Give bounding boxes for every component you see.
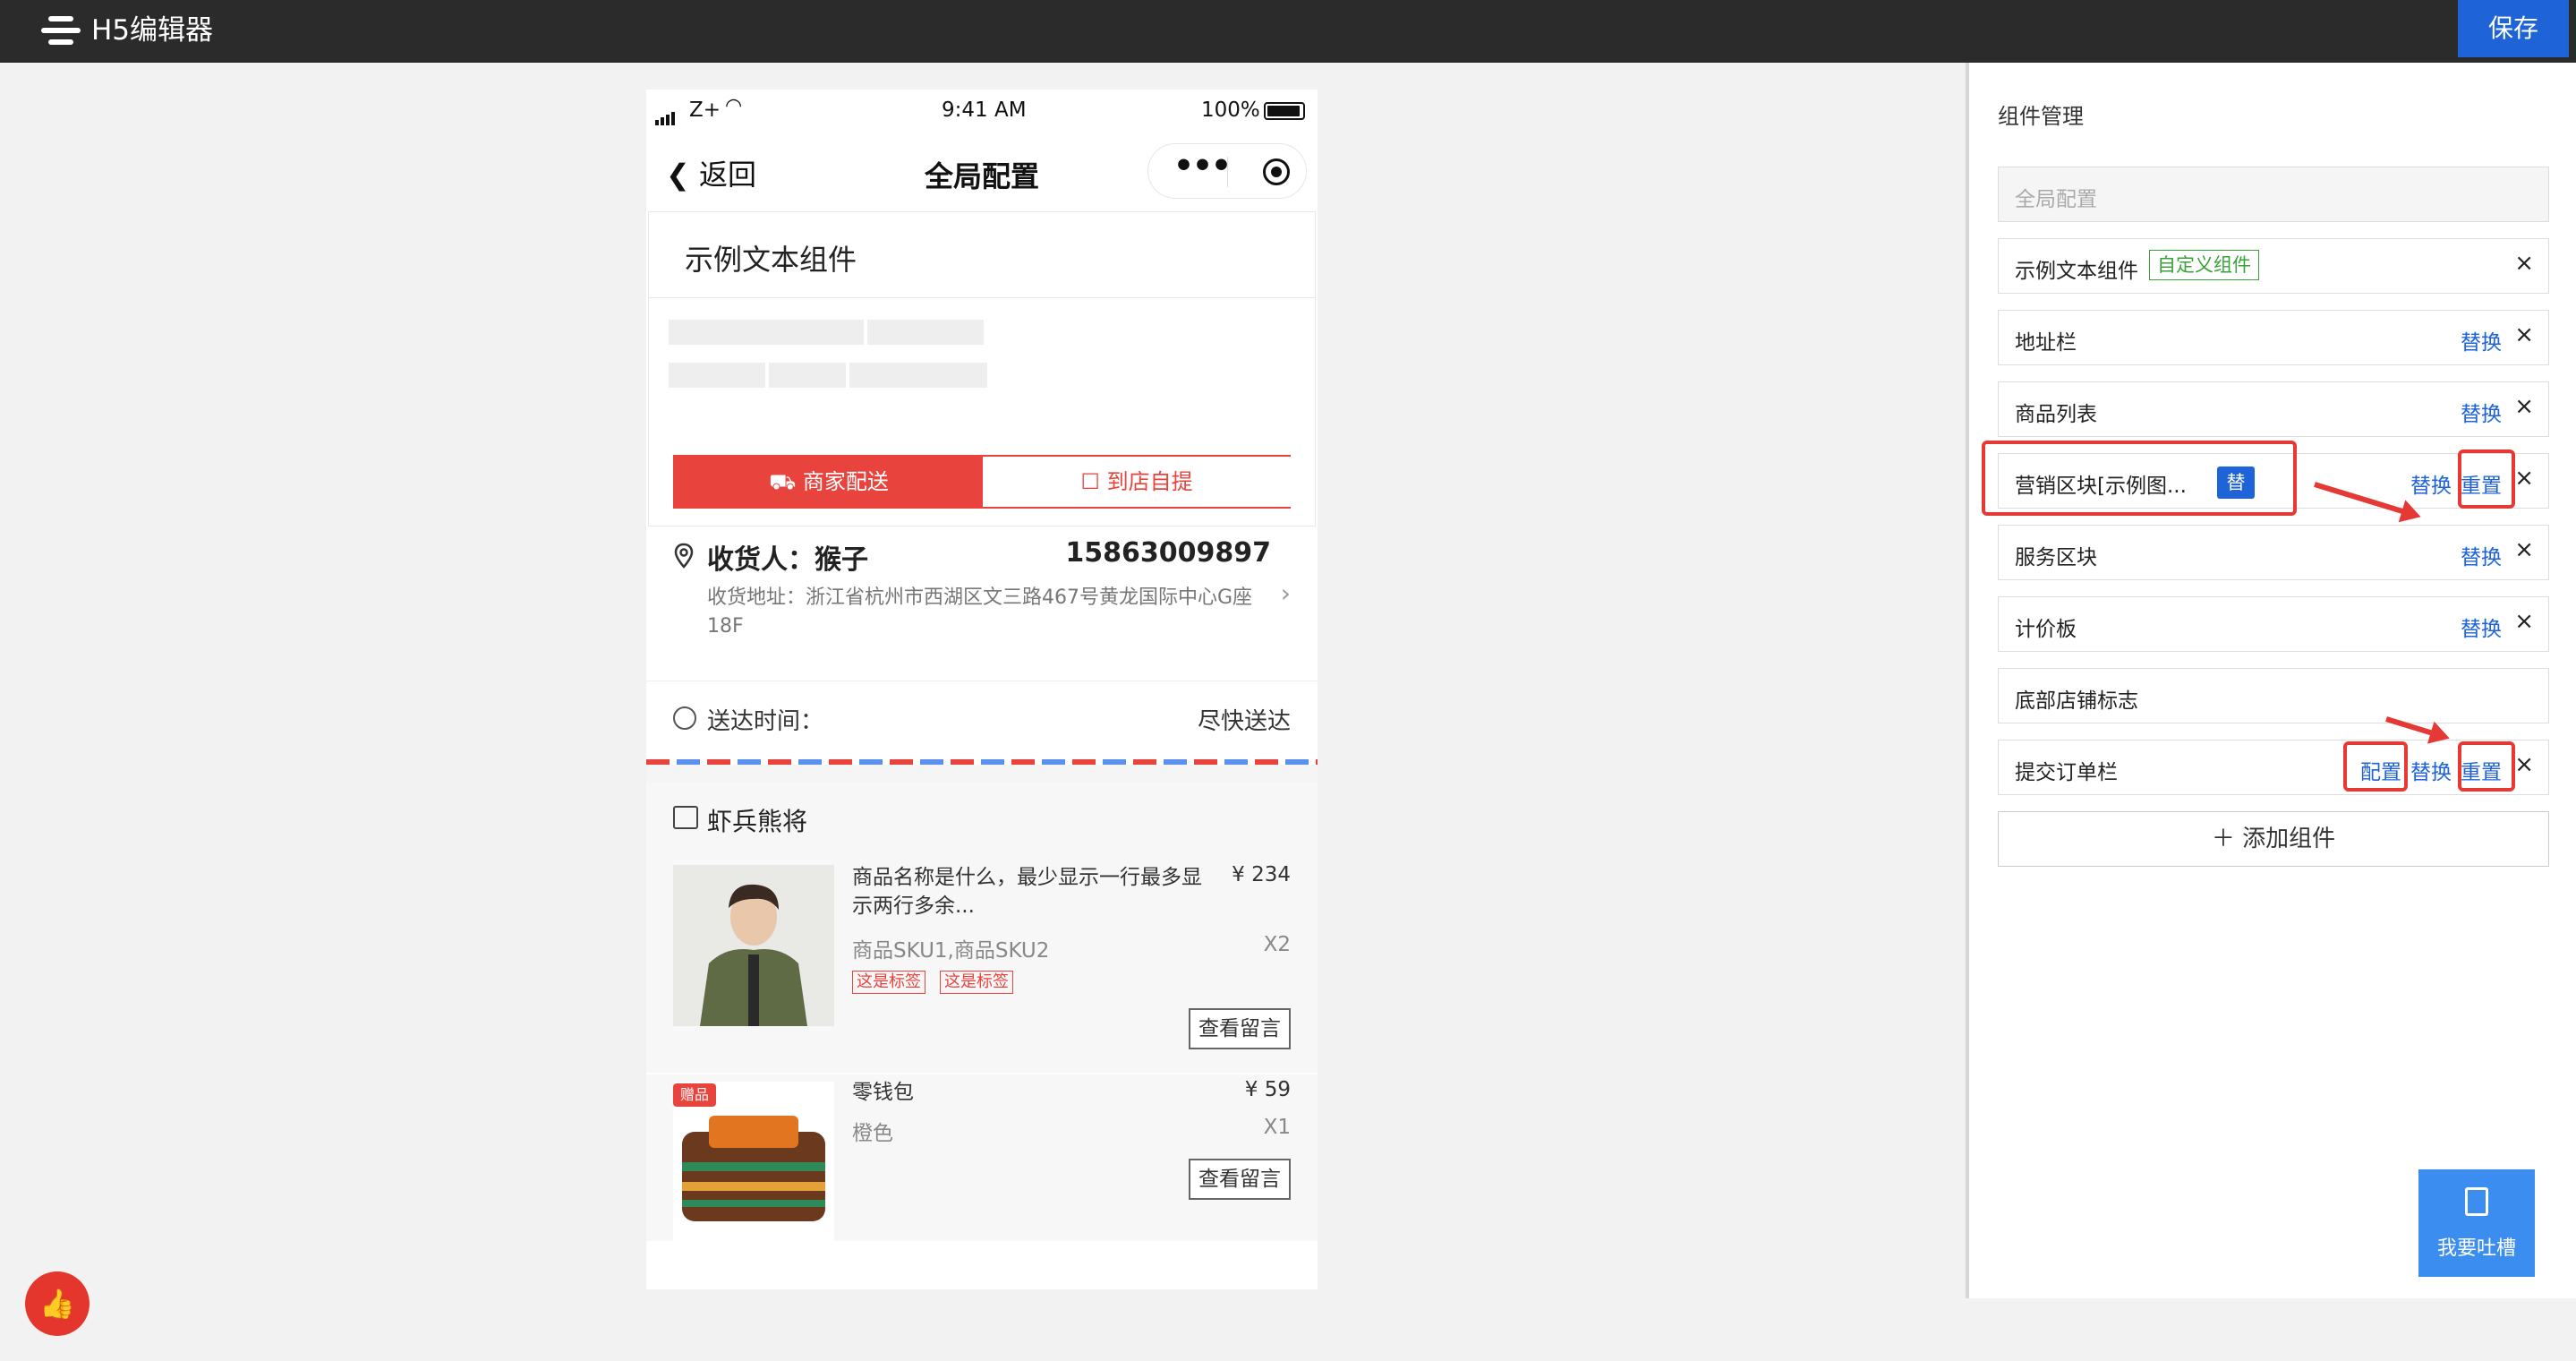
phone-preview: Z+ ◠ 9:41 AM 100% ❮ 返回 全局配置 ••• 示例文本组件 ⛟… [646,90,1318,1289]
shop-name: 虾兵熊将 [707,807,808,836]
product-price: ¥ 234 [1232,863,1291,886]
component-row[interactable]: 服务区块 替换 × [1998,525,2549,580]
placeholder-bar [867,320,984,345]
global-config-row: 全局配置 [1998,167,2549,222]
tab-label: 到店自提 [1106,469,1193,494]
top-bar: H5编辑器 保存 [0,0,2576,63]
product-tag: 这是标签 [940,971,1013,994]
nav-bar: ❮ 返回 全局配置 ••• [646,133,1318,210]
close-icon[interactable]: × [2514,465,2534,492]
replace-link[interactable]: 替换 [2410,468,2452,499]
save-button[interactable]: 保存 [2458,0,2569,57]
tab-label: 商家配送 [802,469,889,494]
view-message-button[interactable]: 查看留言 [1189,1008,1291,1049]
placeholder-bar [669,320,864,345]
list-item[interactable]: 赠品 零钱包 ¥ 59 橙色 X1 查看留言 [646,1074,1318,1243]
product-image [673,865,834,1026]
component-row[interactable]: 底部店铺标志 [1998,668,2549,723]
close-target-icon[interactable] [1263,158,1290,185]
replace-link[interactable]: 替换 [2461,612,2502,642]
component-manager-panel: 组件管理 全局配置 示例文本组件 自定义组件 × 地址栏 替换 × 商品列表 替… [1969,63,2576,1298]
shop-header: 虾兵熊将 [646,783,1318,856]
product-qty: X2 [1263,933,1291,956]
component-label: 商品列表 [2015,403,2097,426]
address-block[interactable]: 收货人：猴子 15863009897 收货地址：浙江省杭州市西湖区文三路467号… [646,528,1318,679]
status-time: 9:41 AM [942,98,1027,122]
receiver-name: 收货人：猴子 [707,544,868,576]
battery-percent: 100% [1201,98,1260,122]
component-label: 地址栏 [2015,331,2077,355]
product-sku: 橙色 [852,1122,893,1145]
delivery-time-label: 送达时间： [707,708,824,735]
annotation-box [2458,741,2515,792]
component-label: 服务区块 [2015,546,2097,569]
gift-badge: 赠品 [673,1083,716,1107]
menu-icon[interactable] [41,13,81,48]
signal-icon [655,102,677,125]
replace-link[interactable]: 替换 [2461,325,2502,355]
delivery-time-value: 尽快送达 [1197,708,1291,735]
annotation-box [2343,741,2408,792]
product-qty: X1 [1263,1116,1291,1139]
clock-icon [673,706,696,730]
component-label: 提交订单栏 [2015,761,2118,784]
component-row[interactable]: 示例文本组件 自定义组件 × [1998,238,2549,294]
placeholder-bar [849,363,987,388]
component-row[interactable]: 地址栏 替换 × [1998,310,2549,365]
tab-merchant-delivery[interactable]: ⛟ 商家配送 [675,457,983,507]
custom-component-badge: 自定义组件 [2149,250,2259,280]
panel-title: 组件管理 [1998,104,2084,129]
carrier-text: Z+ [689,98,721,122]
tab-store-pickup[interactable]: ☐ 到店自提 [983,457,1291,507]
status-bar: Z+ ◠ 9:41 AM 100% [646,90,1318,133]
edit-icon [2465,1187,2488,1216]
annotation-box [1982,441,2297,516]
wifi-icon: ◠ [725,95,743,117]
product-tag: 这是标签 [852,971,925,994]
address-detail: 收货地址：浙江省杭州市西湖区文三路467号黄龙国际中心G座18F [707,586,1253,638]
product-name: 商品名称是什么，最少显示一行最多显示两行多余... [852,866,1202,918]
close-icon[interactable]: × [2514,608,2534,635]
replace-link[interactable]: 替换 [2410,755,2452,785]
placeholder-bar [669,363,765,388]
feedback-button[interactable]: 我要吐槽 [2418,1169,2535,1277]
close-icon[interactable]: × [2514,250,2534,277]
list-item[interactable]: 商品名称是什么，最少显示一行最多显示两行多余... ¥ 234 商品SKU1,商… [646,856,1318,1073]
close-icon[interactable]: × [2514,751,2534,778]
receiver-phone: 15863009897 [1065,537,1271,569]
global-config-label: 全局配置 [2015,188,2097,211]
close-icon[interactable]: × [2514,321,2534,348]
feedback-label: 我要吐槽 [2436,1237,2516,1260]
chevron-right-icon: › [1280,578,1291,608]
more-icon[interactable]: ••• [1173,148,1232,184]
delivery-tabs: ⛟ 商家配送 ☐ 到店自提 [673,455,1291,509]
location-pin-icon [674,543,694,569]
product-price: ¥ 59 [1244,1078,1291,1101]
component-label: 示例文本组件 [2015,260,2138,283]
product-name: 零钱包 [852,1081,914,1104]
component-row[interactable]: 商品列表 替换 × [1998,381,2549,437]
sample-title: 示例文本组件 [649,212,1315,298]
component-label: 底部店铺标志 [2015,689,2138,713]
mini-program-capsule: ••• [1147,143,1307,199]
close-icon[interactable]: × [2514,536,2534,563]
add-component-button[interactable]: ＋ 添加组件 [1998,811,2549,867]
component-label: 计价板 [2015,618,2077,641]
delivery-time-row[interactable]: 送达时间： 尽快送达 [646,680,1318,761]
app-title: H5编辑器 [91,14,214,47]
section-gap [646,765,1318,783]
battery-icon [1264,102,1305,120]
placeholder-bar [769,363,846,388]
store-icon [673,806,698,829]
view-message-button[interactable]: 查看留言 [1189,1159,1291,1200]
product-sku: 商品SKU1,商品SKU2 [852,939,1050,963]
close-icon[interactable]: × [2514,393,2534,420]
bag-icon: ☐ [1080,469,1107,494]
component-row[interactable]: 计价板 替换 × [1998,596,2549,652]
truck-icon: ⛟ [769,469,803,494]
thumbs-up-icon[interactable]: 👍 [25,1271,90,1336]
replace-link[interactable]: 替换 [2461,540,2502,570]
annotation-box [2458,449,2515,509]
replace-link[interactable]: 替换 [2461,397,2502,427]
